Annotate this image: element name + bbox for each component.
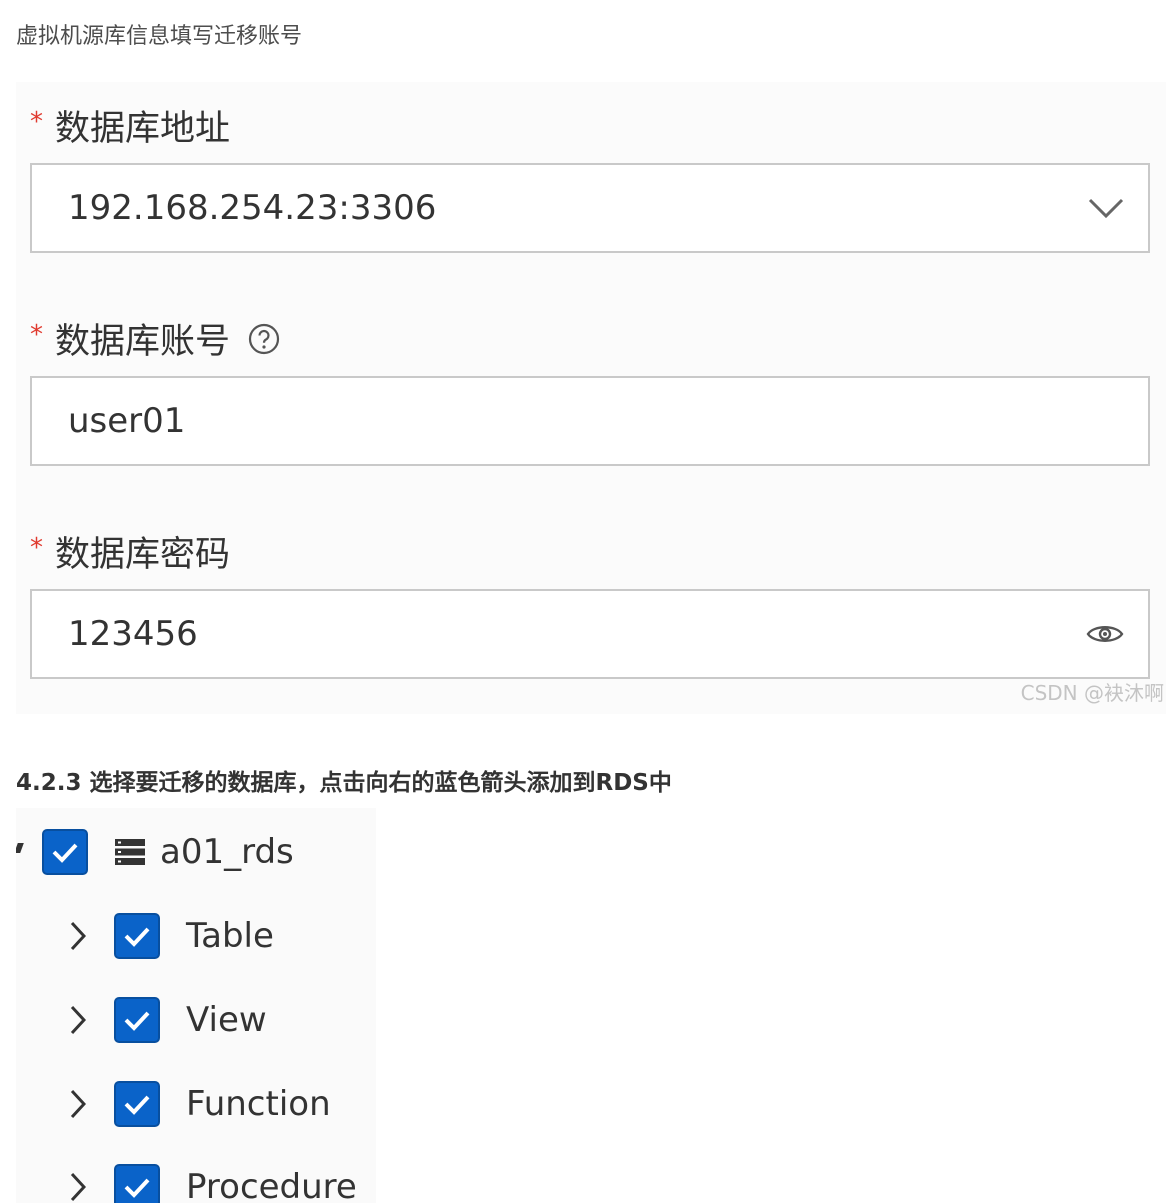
account-label: * 数据库账号 [30,313,280,364]
checkmark-icon [124,1011,150,1031]
database-tree: a01_rds Table View Function Procedure [16,808,376,1203]
account-input[interactable]: user01 [30,376,1150,466]
checkmark-icon [52,843,78,863]
password-value: 123456 [68,614,198,654]
checkmark-icon [124,1095,150,1115]
intro-text: 虚拟机源库信息填写迁移账号 [16,24,303,49]
database-icon [114,838,146,866]
address-label: * 数据库地址 [30,100,230,151]
chevron-down-icon[interactable] [1088,197,1124,219]
tree-node-table[interactable]: Table [70,910,274,962]
eye-icon[interactable] [1086,622,1124,646]
chevron-right-icon[interactable] [70,1172,90,1202]
checkmark-icon [124,927,150,947]
chevron-right-icon[interactable] [70,921,90,951]
chevron-right-icon[interactable] [70,1089,90,1119]
source-db-form: * 数据库地址 192.168.254.23:3306 * 数据库账号 user… [16,82,1166,714]
table-checkbox[interactable] [114,913,160,959]
password-label: * 数据库密码 [30,526,230,577]
account-label-text: 数据库账号 [55,322,231,362]
collapse-arrow-icon[interactable] [16,843,24,853]
address-select[interactable]: 192.168.254.23:3306 [30,163,1150,253]
account-value: user01 [68,401,186,441]
required-mark: * [30,106,43,137]
view-checkbox[interactable] [114,997,160,1043]
password-input[interactable]: 123456 [30,589,1150,679]
tree-node-function[interactable]: Function [70,1078,331,1130]
tree-node-label: Table [186,916,274,956]
tree-node-root[interactable]: a01_rds [42,826,294,878]
address-value: 192.168.254.23:3306 [68,188,437,228]
watermark: CSDN @袂沐啊 [1020,681,1164,705]
required-mark: * [30,532,43,563]
question-circle-icon[interactable] [248,323,280,355]
address-label-text: 数据库地址 [55,109,231,149]
tree-node-procedure[interactable]: Procedure [70,1161,357,1203]
password-label-text: 数据库密码 [55,535,231,575]
section-heading: 4.2.3 选择要迁移的数据库，点击向右的蓝色箭头添加到RDS中 [16,770,672,796]
function-checkbox[interactable] [114,1081,160,1127]
tree-node-label: Function [186,1084,331,1124]
tree-node-view[interactable]: View [70,994,267,1046]
tree-node-label: View [186,1000,267,1040]
tree-node-label: Procedure [186,1167,357,1203]
required-mark: * [30,319,43,350]
procedure-checkbox[interactable] [114,1164,160,1203]
checkmark-icon [124,1178,150,1198]
chevron-right-icon[interactable] [70,1005,90,1035]
tree-node-label: a01_rds [160,832,294,872]
root-checkbox[interactable] [42,829,88,875]
